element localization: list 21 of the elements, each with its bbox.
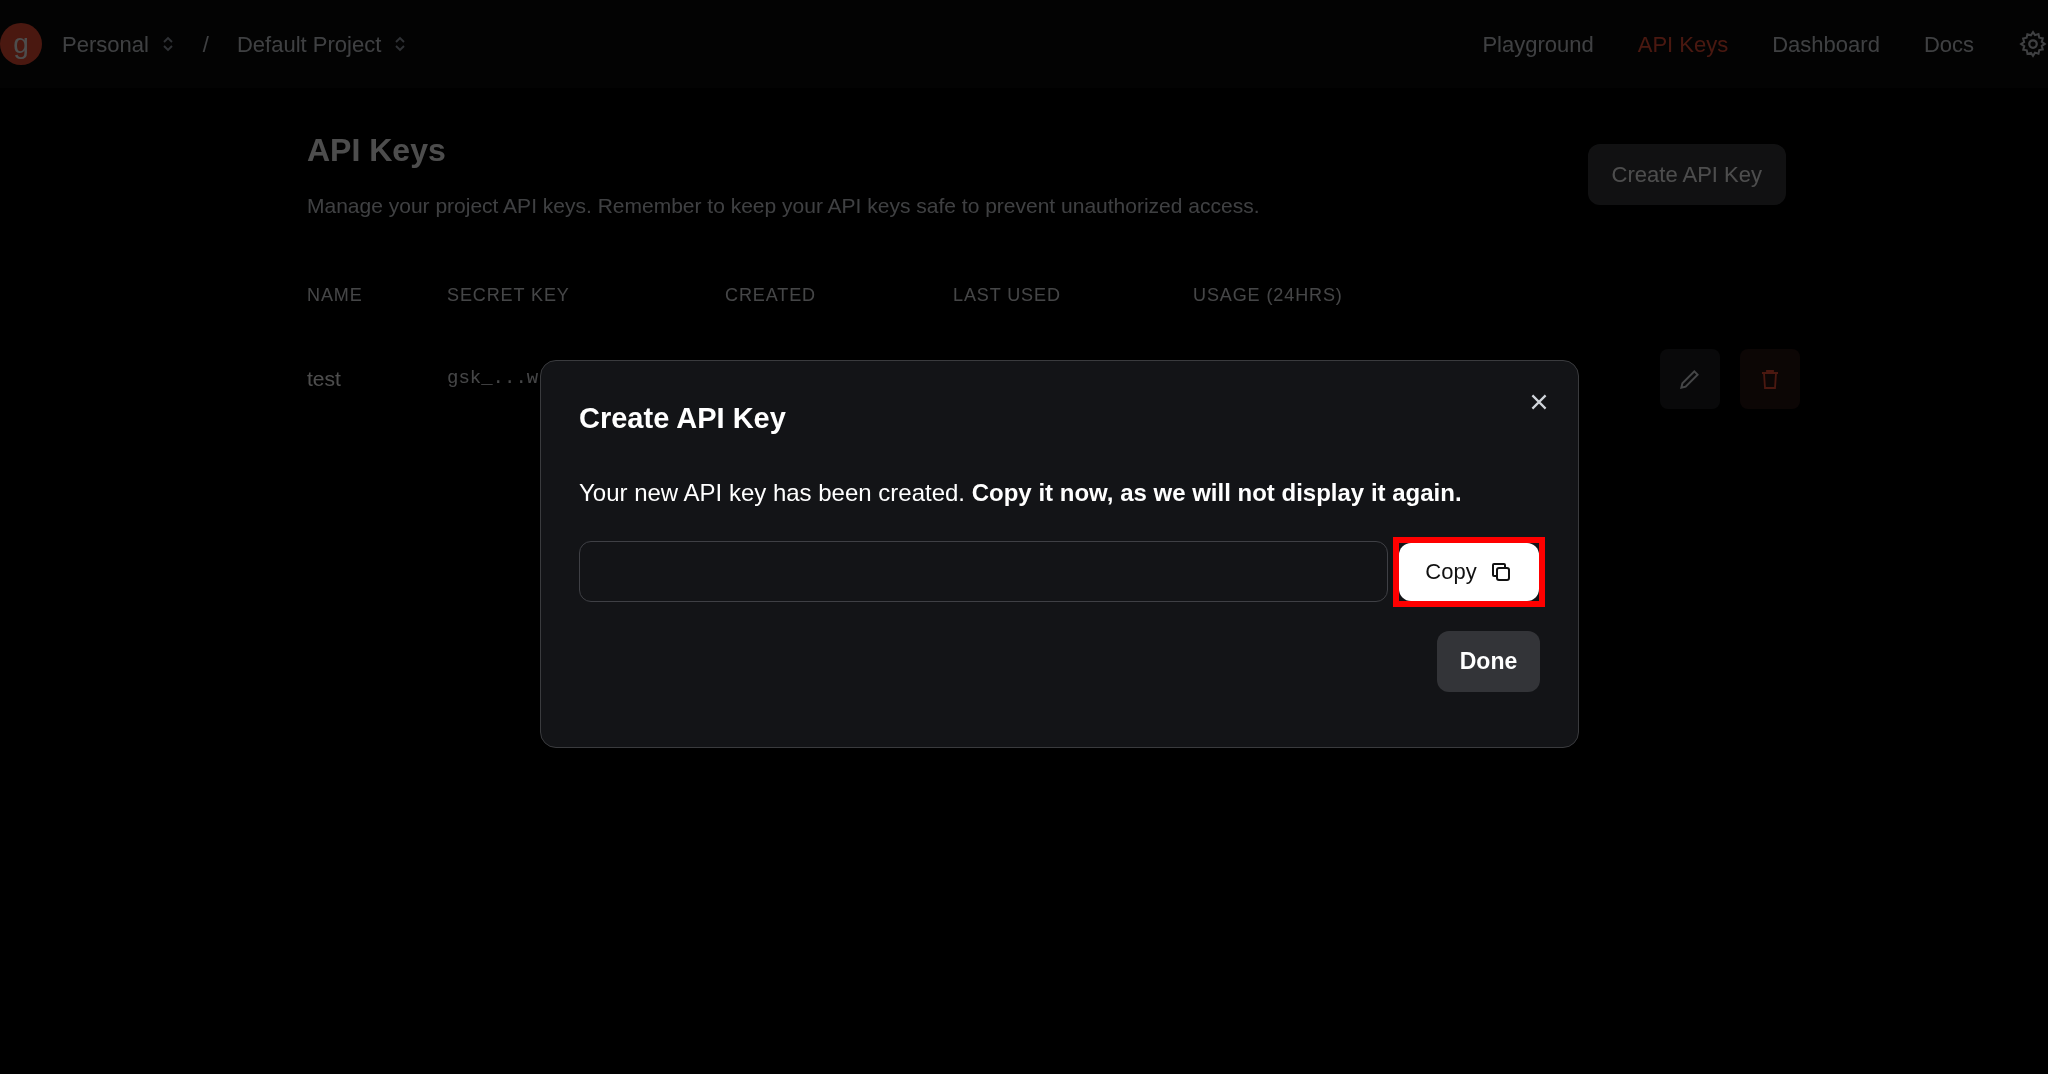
settings-icon[interactable] [2018, 29, 2048, 59]
chevron-up-down-icon [393, 34, 408, 54]
api-key-field[interactable] [579, 541, 1388, 602]
chevron-up-down-icon [160, 34, 175, 54]
column-header: USAGE (24HRS) [1193, 284, 1343, 305]
table-cell: test [307, 366, 341, 390]
column-header: SECRET KEY [447, 284, 570, 305]
copy-button[interactable]: Copy [1399, 542, 1539, 601]
dialog-title: Create API Key [579, 401, 786, 436]
column-header: NAME [307, 284, 363, 305]
page-title: API Keys [307, 131, 447, 170]
column-header: LAST USED [953, 284, 1061, 305]
done-button[interactable]: Done [1437, 630, 1540, 692]
table-cell: gsk_...w [447, 367, 539, 390]
nav-link[interactable]: API Keys [1637, 27, 1729, 61]
page-description: Manage your project API keys. Remember to keep your API keys safe to prevent unauthorized access. [307, 193, 1260, 219]
edit-button[interactable] [1660, 348, 1720, 409]
delete-button[interactable] [1740, 348, 1800, 409]
column-header: CREATED [725, 284, 816, 305]
breadcrumb-separator: / [202, 30, 209, 59]
dialog-message: Your new API key has been created. Copy it now, as we will not display it again. [578, 477, 1463, 508]
